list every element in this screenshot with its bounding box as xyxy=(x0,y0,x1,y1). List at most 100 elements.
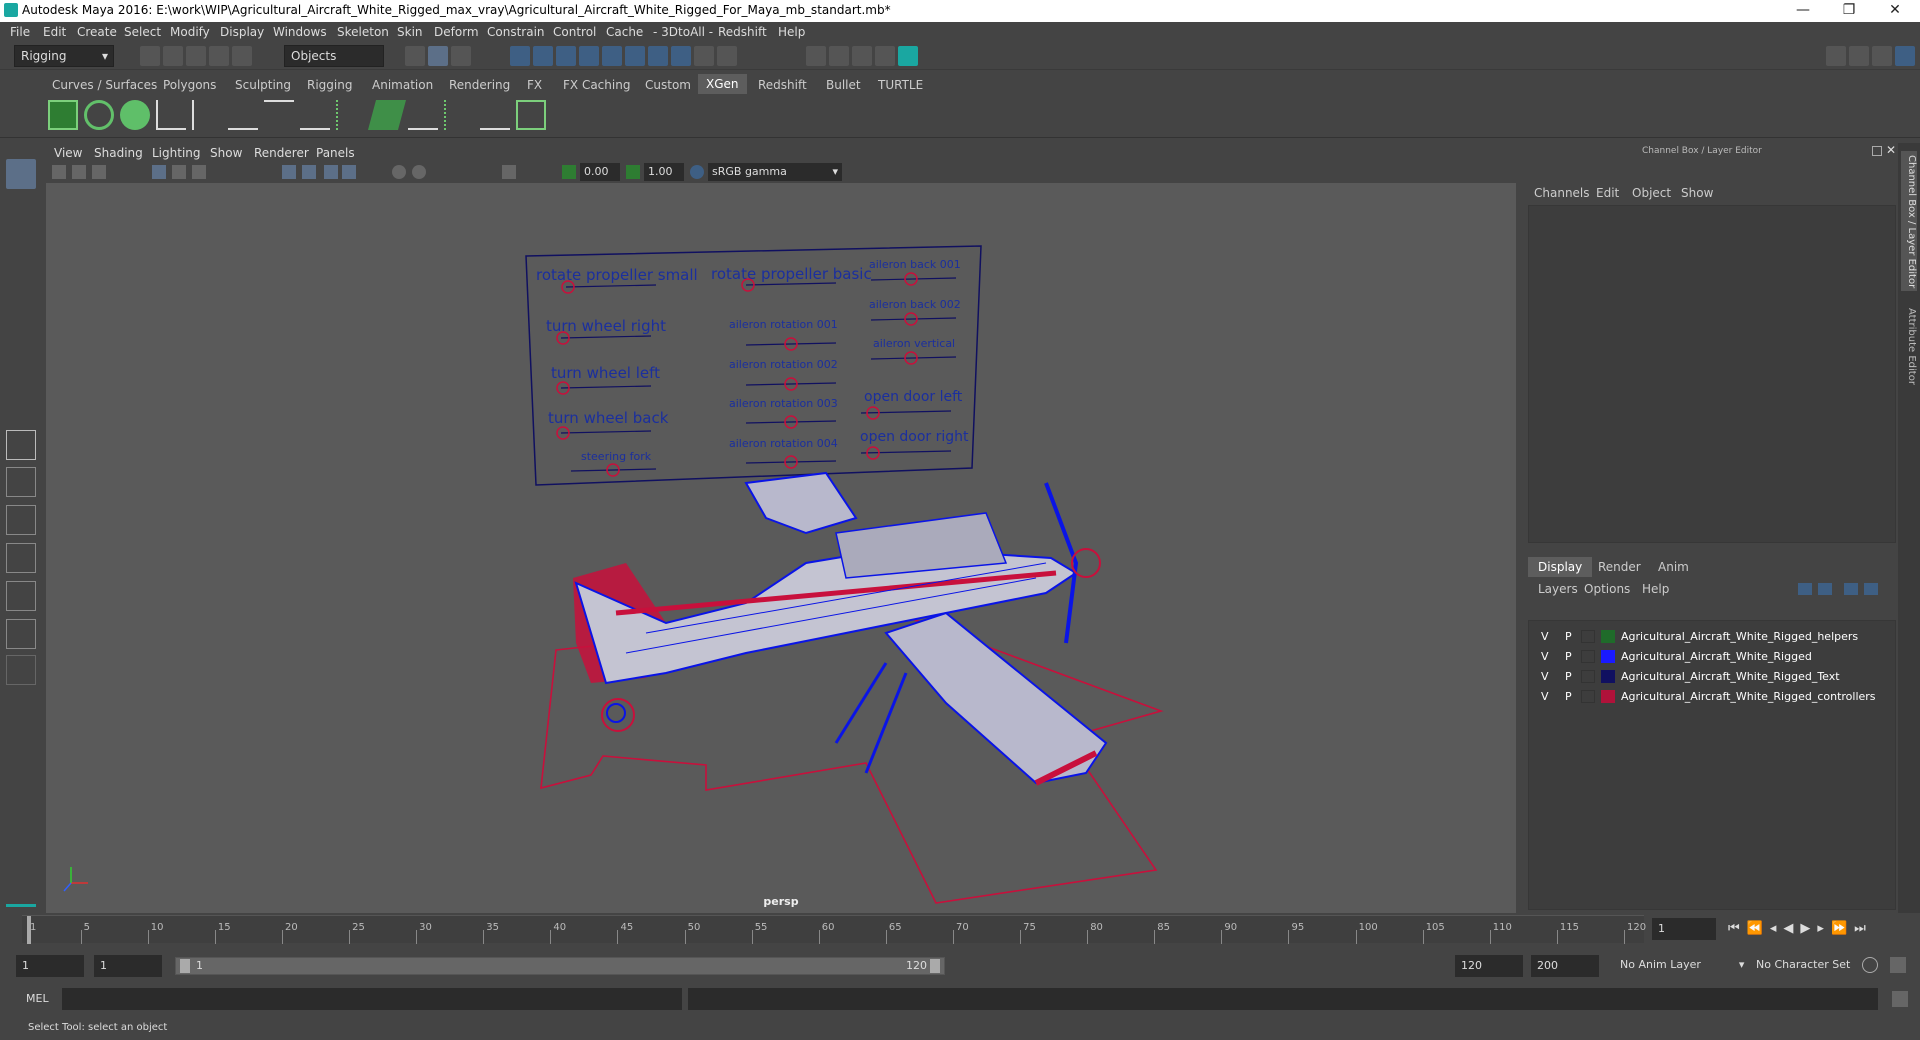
isolate-select-icon[interactable] xyxy=(502,165,516,179)
go-to-end-icon[interactable]: ⏭ xyxy=(1854,921,1873,936)
preferences-icon[interactable] xyxy=(1890,957,1906,973)
xgen-select-guides-icon[interactable] xyxy=(264,100,294,130)
shelf-tab-redshift[interactable]: Redshift xyxy=(758,78,807,92)
xgen-preview-icon[interactable] xyxy=(84,100,114,130)
character-set-dropdown[interactable]: No Character Set xyxy=(1756,958,1850,971)
layer-tab-render[interactable]: Render xyxy=(1598,560,1641,574)
snap-surface-icon[interactable] xyxy=(602,46,622,66)
time-slider-track[interactable]: 1 5 10 15 20 25 30 35 40 45 50 55 60 65 70 75 80 85 90 95 10… xyxy=(22,915,1646,944)
shelf-tab-polygons[interactable]: Polygons xyxy=(163,78,216,92)
xgen-brush-icon[interactable] xyxy=(444,100,474,130)
xgen-patch-icon[interactable] xyxy=(367,100,407,130)
step-forward-key-icon[interactable]: ⏩ xyxy=(1831,921,1854,936)
new-layer-selected-icon[interactable] xyxy=(1864,583,1878,595)
layer-color-swatch[interactable] xyxy=(1601,650,1615,663)
xgen-export-icon[interactable] xyxy=(516,100,546,130)
menu-windows[interactable]: Windows xyxy=(273,25,327,39)
end-time-field[interactable]: 200 xyxy=(1531,955,1599,977)
xgen-sculpt-icon[interactable] xyxy=(228,100,258,130)
xgen-interactive-groom-icon[interactable] xyxy=(408,100,438,130)
wireframe-icon[interactable] xyxy=(282,165,296,179)
shelf-tab-animation[interactable]: Animation xyxy=(372,78,433,92)
layer-display-type[interactable] xyxy=(1581,670,1595,683)
rotate-tool-icon[interactable] xyxy=(6,303,36,333)
selection-mode-dropdown[interactable]: Objects xyxy=(284,45,384,67)
layer-color-swatch[interactable] xyxy=(1601,690,1615,703)
single-perspective-layout-icon[interactable] xyxy=(6,430,36,460)
current-time-marker[interactable] xyxy=(27,916,31,944)
auto-key-icon[interactable] xyxy=(1862,957,1878,973)
cb-menu-object[interactable]: Object xyxy=(1632,186,1671,200)
shelf-tab-xgen[interactable]: XGen xyxy=(698,74,747,94)
xgen-grass-icon[interactable] xyxy=(336,100,366,130)
layer-playback-toggle[interactable]: P xyxy=(1565,670,1572,683)
shelf-tab-bullet[interactable]: Bullet xyxy=(826,78,861,92)
shelf-tab-sculpting[interactable]: Sculpting xyxy=(235,78,291,92)
snap-curve-icon[interactable] xyxy=(533,46,553,66)
panel-menu-panels[interactable]: Panels xyxy=(316,146,355,160)
layer-color-swatch[interactable] xyxy=(1601,670,1615,683)
layer-menu-help[interactable]: Help xyxy=(1642,582,1669,596)
start-time-field[interactable]: 1 xyxy=(16,955,84,977)
xgen-lock-guides-icon[interactable] xyxy=(300,100,330,130)
menu-deform[interactable]: Deform xyxy=(434,25,479,39)
viewport-persp[interactable]: rotate propeller small turn wheel right … xyxy=(46,183,1516,913)
exposure-field[interactable]: 0.00 xyxy=(580,163,620,181)
persp-graph-layout-icon[interactable] xyxy=(6,543,36,573)
new-scene-icon[interactable] xyxy=(140,46,160,66)
menu-cache[interactable]: Cache xyxy=(606,25,643,39)
xgen-add-guide-icon[interactable] xyxy=(192,100,222,130)
layer-name[interactable]: Agricultural_Aircraft_White_Rigged_helpe… xyxy=(1621,630,1858,643)
lasso-tool-icon[interactable] xyxy=(6,195,36,225)
menu-3dtoall[interactable]: - 3DtoAll - xyxy=(653,25,713,39)
select-component-icon[interactable] xyxy=(451,46,471,66)
shadows-icon[interactable] xyxy=(392,165,406,179)
camera-attributes-icon[interactable] xyxy=(52,165,66,179)
persp-hypershade-layout-icon[interactable] xyxy=(6,581,36,611)
xgen-guide-icon[interactable] xyxy=(156,100,186,130)
wireframe-on-shaded-icon[interactable] xyxy=(324,165,338,179)
menu-control[interactable]: Control xyxy=(553,25,596,39)
paint-select-tool-icon[interactable] xyxy=(6,230,36,260)
anim-layer-dropdown[interactable]: No Anim Layer ▾ xyxy=(1620,958,1744,971)
shelf-tab-fx[interactable]: FX xyxy=(527,78,542,92)
layer-display-type[interactable] xyxy=(1581,650,1595,663)
panel-menu-renderer[interactable]: Renderer xyxy=(254,146,309,160)
grid-toggle-icon[interactable] xyxy=(152,165,166,179)
undo-icon[interactable] xyxy=(209,46,229,66)
layer-menu-options[interactable]: Options xyxy=(1584,582,1630,596)
layer-name[interactable]: Agricultural_Aircraft_White_Rigged_Text xyxy=(1621,670,1840,683)
side-tab-channel-box[interactable]: Channel Box / Layer Editor xyxy=(1901,151,1917,291)
shelf-tab-turtle[interactable]: TURTLE xyxy=(878,78,923,92)
layer-visibility-toggle[interactable]: V xyxy=(1541,650,1549,663)
menu-skin[interactable]: Skin xyxy=(397,25,423,39)
film-gate-icon[interactable] xyxy=(172,165,186,179)
step-back-frame-icon[interactable]: ◂ xyxy=(1770,921,1784,936)
render-settings-icon[interactable] xyxy=(875,46,895,66)
select-hierarchy-icon[interactable] xyxy=(405,46,425,66)
snap-point-icon[interactable] xyxy=(556,46,576,66)
layer-visibility-toggle[interactable]: V xyxy=(1541,690,1549,703)
minimize-button[interactable]: — xyxy=(1780,0,1826,22)
tool-settings-toggle-icon[interactable] xyxy=(1872,46,1892,66)
move-layer-up-icon[interactable] xyxy=(1798,583,1812,595)
menu-modify[interactable]: Modify xyxy=(170,25,210,39)
panel-menu-view[interactable]: View xyxy=(54,146,82,160)
ipr-render-icon[interactable] xyxy=(852,46,872,66)
xray-icon[interactable] xyxy=(342,165,356,179)
move-tool-icon[interactable] xyxy=(6,267,36,297)
cb-menu-edit[interactable]: Edit xyxy=(1596,186,1619,200)
layer-menu-layers[interactable]: Layers xyxy=(1538,582,1578,596)
panel-menu-shading[interactable]: Shading xyxy=(94,146,143,160)
move-layer-down-icon[interactable] xyxy=(1818,583,1832,595)
command-input[interactable] xyxy=(62,988,682,1010)
four-view-layout-icon[interactable] xyxy=(6,467,36,497)
menu-help[interactable]: Help xyxy=(778,25,805,39)
save-scene-icon[interactable] xyxy=(186,46,206,66)
snap-live-icon[interactable] xyxy=(625,46,645,66)
menuset-dropdown[interactable]: Rigging ▾ xyxy=(14,45,114,67)
side-tab-attribute-editor[interactable]: Attribute Editor xyxy=(1901,308,1917,398)
float-panel-icon[interactable] xyxy=(1872,146,1882,156)
current-frame-field[interactable]: 1 xyxy=(1652,918,1716,940)
layer-tab-display[interactable]: Display xyxy=(1528,557,1593,577)
